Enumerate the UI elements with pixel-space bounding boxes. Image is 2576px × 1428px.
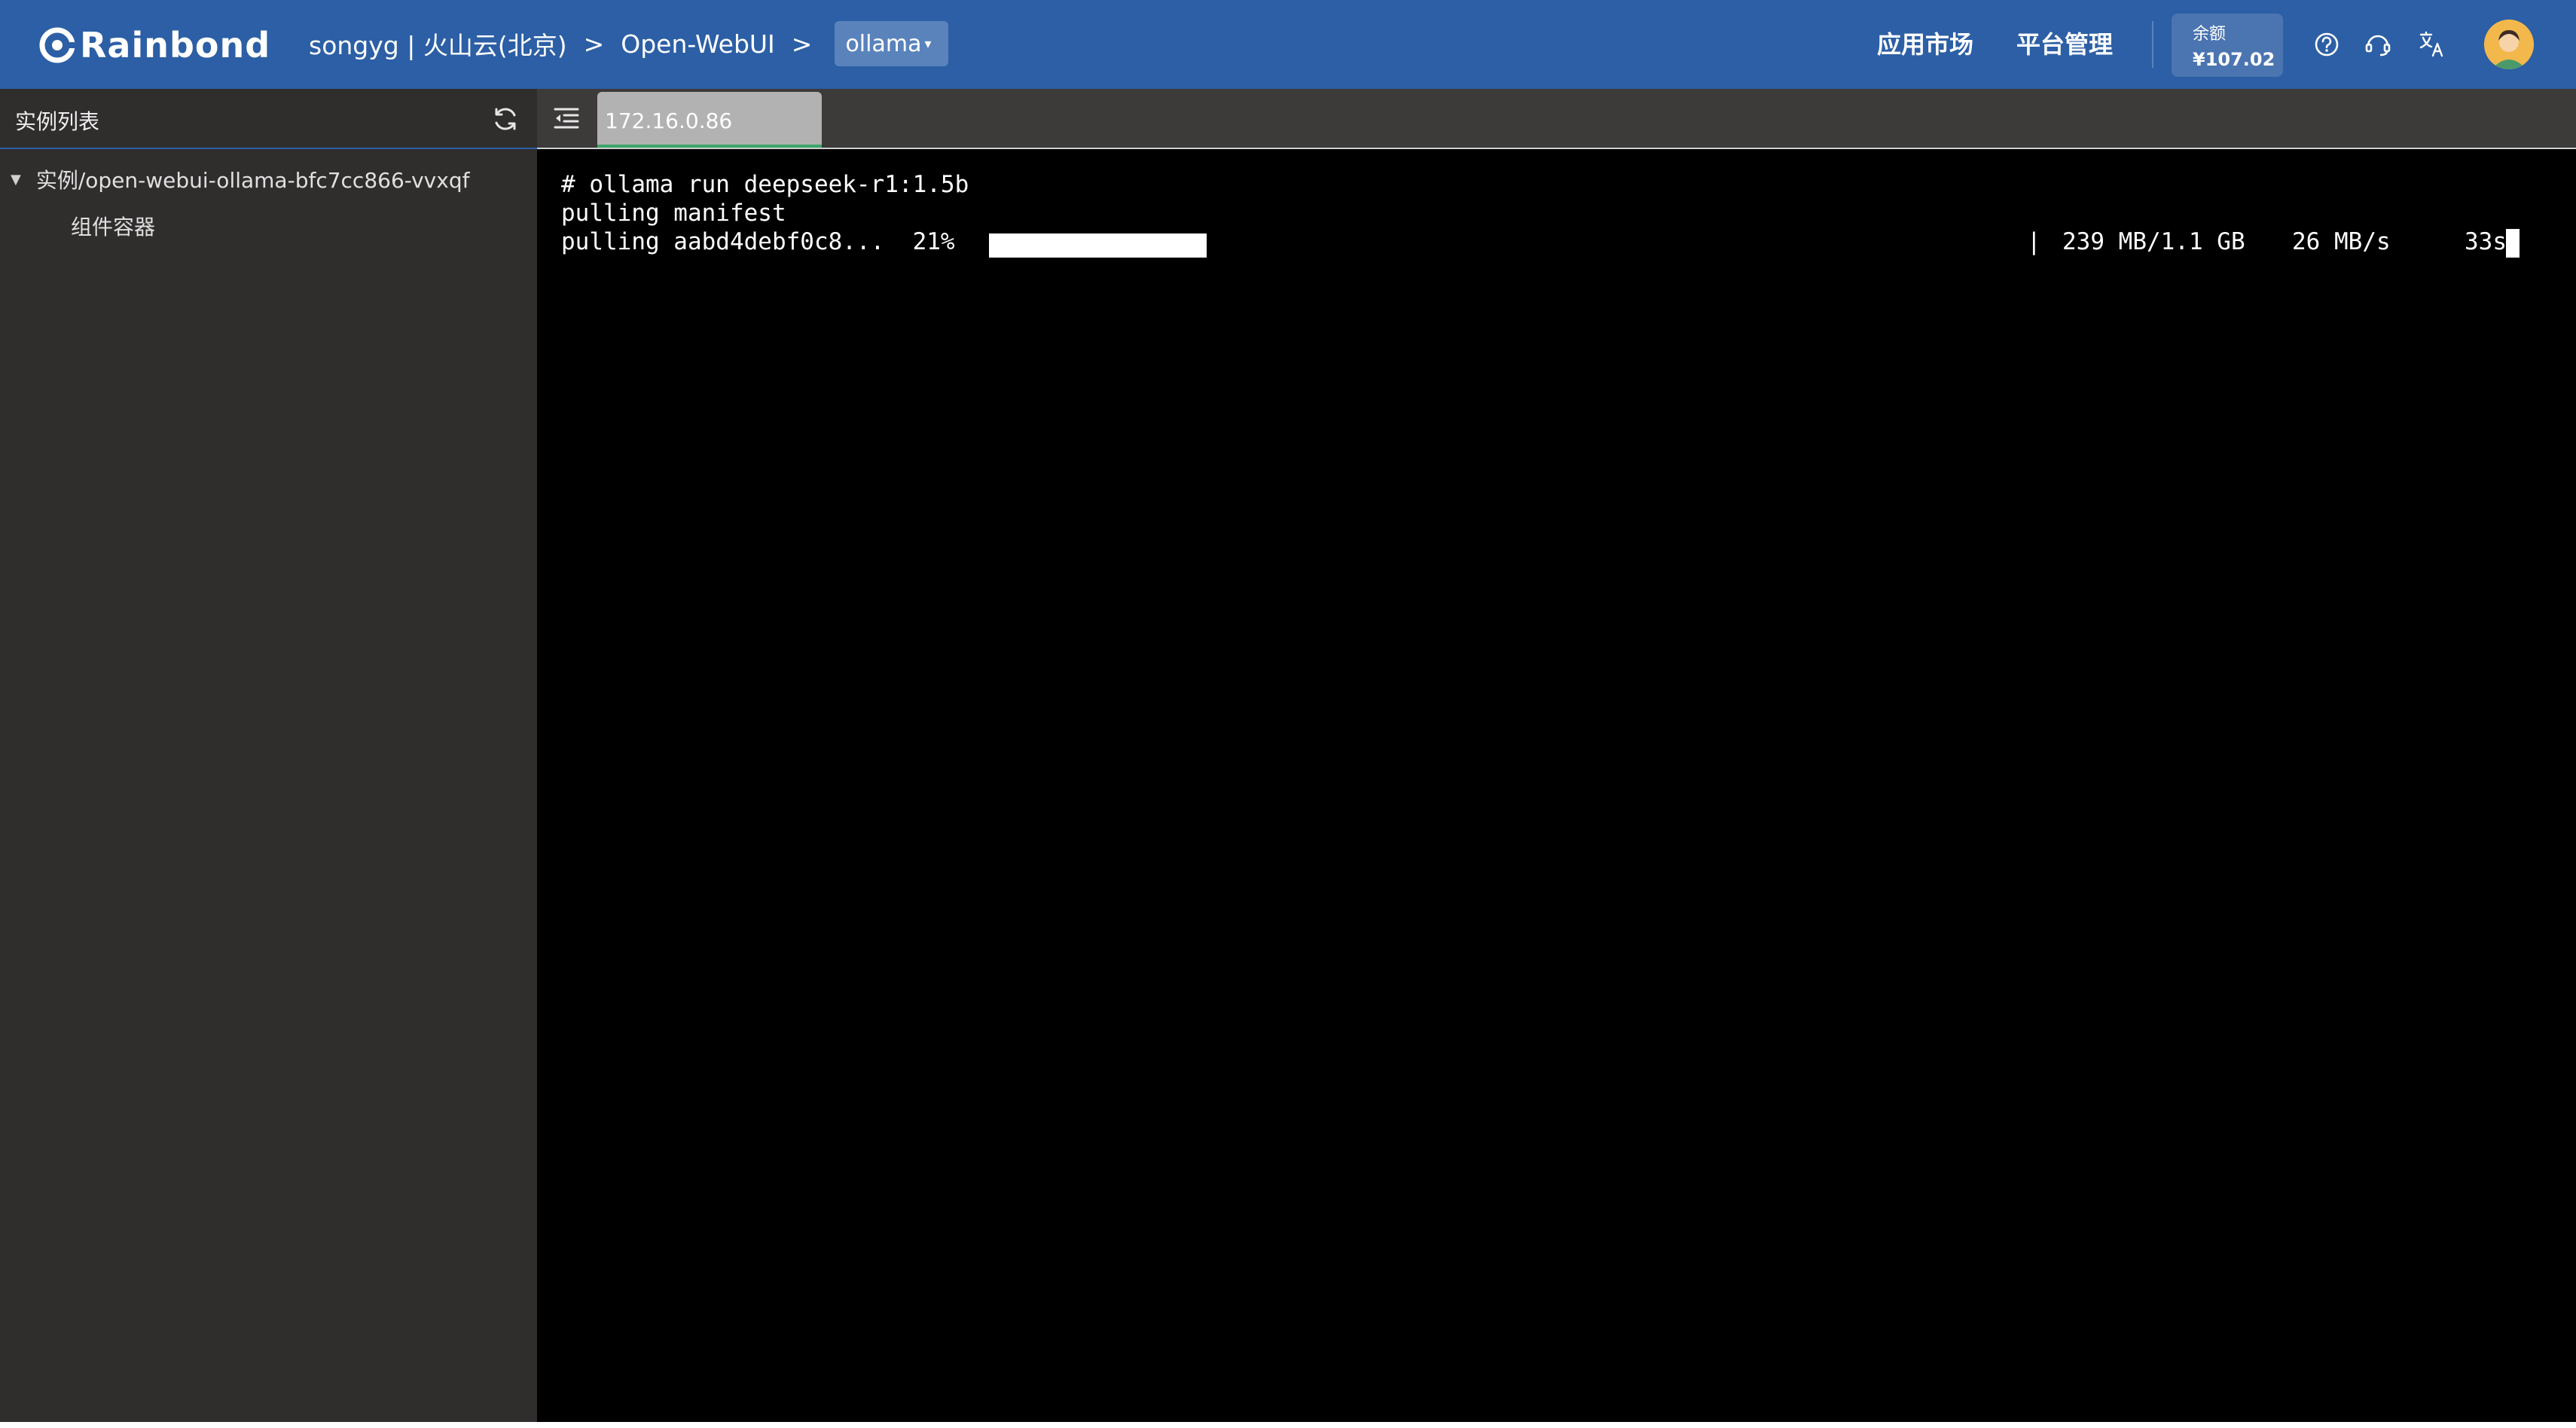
caret-down-icon[interactable]: ▼ <box>11 172 21 188</box>
collapse-sidebar-icon[interactable] <box>551 102 582 134</box>
tree-item-container[interactable]: 组件容器 <box>71 211 155 241</box>
top-header: Rainbond songyg | 火山云(北京) > Open-WebUI >… <box>0 0 2576 89</box>
breadcrumb: songyg | 火山云(北京) > Open-WebUI > ollama ▾ <box>309 20 948 68</box>
terminal-output[interactable]: # ollama run deepseek-r1:1.5b pulling ma… <box>537 149 2576 1422</box>
balance-value: ¥107.02 <box>2193 49 2275 70</box>
terminal-line-command: # ollama run deepseek-r1:1.5b <box>561 171 969 198</box>
rainbond-logo-icon <box>39 27 75 63</box>
refresh-icon[interactable] <box>489 102 522 136</box>
headset-support-icon[interactable] <box>2361 27 2395 62</box>
translate-icon[interactable] <box>2415 27 2449 62</box>
breadcrumb-separator: > <box>583 29 605 59</box>
breadcrumb-team[interactable]: songyg | 火山云(北京) <box>309 26 567 62</box>
sidebar-header: 实例列表 <box>0 89 537 149</box>
nav-app-market[interactable]: 应用市场 <box>1877 23 1973 66</box>
user-avatar[interactable] <box>2484 20 2534 69</box>
nav-platform-management[interactable]: 平台管理 <box>2016 23 2113 66</box>
caret-down-icon: ▾ <box>924 35 932 52</box>
component-dropdown-label: ollama <box>845 30 922 57</box>
help-circle-icon[interactable] <box>2309 27 2344 62</box>
terminal-line-pulling: pulling aabd4debf0c8... 21% <box>561 228 955 255</box>
bottom-strip <box>0 1422 2576 1428</box>
tab-terminal-172-16-0-86[interactable]: 172.16.0.86 <box>597 92 822 148</box>
header-divider <box>2152 21 2153 68</box>
avatar-illustration-icon <box>2484 20 2534 69</box>
terminal-cursor <box>2506 229 2520 258</box>
breadcrumb-app[interactable]: Open-WebUI <box>621 29 775 59</box>
balance-label: 余额 <box>2193 25 2227 44</box>
sidebar-title: 实例列表 <box>15 109 100 134</box>
terminal-line-manifest: pulling manifest <box>561 200 786 227</box>
balance-badge[interactable]: 余额 ¥107.02 <box>2172 14 2283 77</box>
component-dropdown[interactable]: ollama ▾ <box>835 21 948 66</box>
tree-item-instance[interactable]: ▼ 实例/open-webui-ollama-bfc7cc866-vvxqf <box>11 164 469 194</box>
instance-sidebar: 实例列表 ▼ 实例/open-webui-ollama-bfc7cc866-vv… <box>0 89 537 1422</box>
tree-item-instance-label: 实例/open-webui-ollama-bfc7cc866-vvxqf <box>35 168 470 193</box>
terminal-progress-separator: | <box>2027 228 2041 255</box>
download-progress-fill <box>989 233 1207 258</box>
breadcrumb-separator: > <box>791 29 813 59</box>
terminal-progress-size: 239 MB/1.1 GB <box>2062 228 2245 255</box>
terminal-progress-eta: 33s <box>2465 228 2507 255</box>
download-progress-bar <box>989 233 2025 258</box>
brand-name: Rainbond <box>80 25 271 66</box>
terminal-progress-speed: 26 MB/s <box>2292 228 2391 255</box>
terminal-tab-bar: 172.16.0.86 <box>537 89 2576 149</box>
rainbond-logo[interactable]: Rainbond <box>38 23 270 68</box>
